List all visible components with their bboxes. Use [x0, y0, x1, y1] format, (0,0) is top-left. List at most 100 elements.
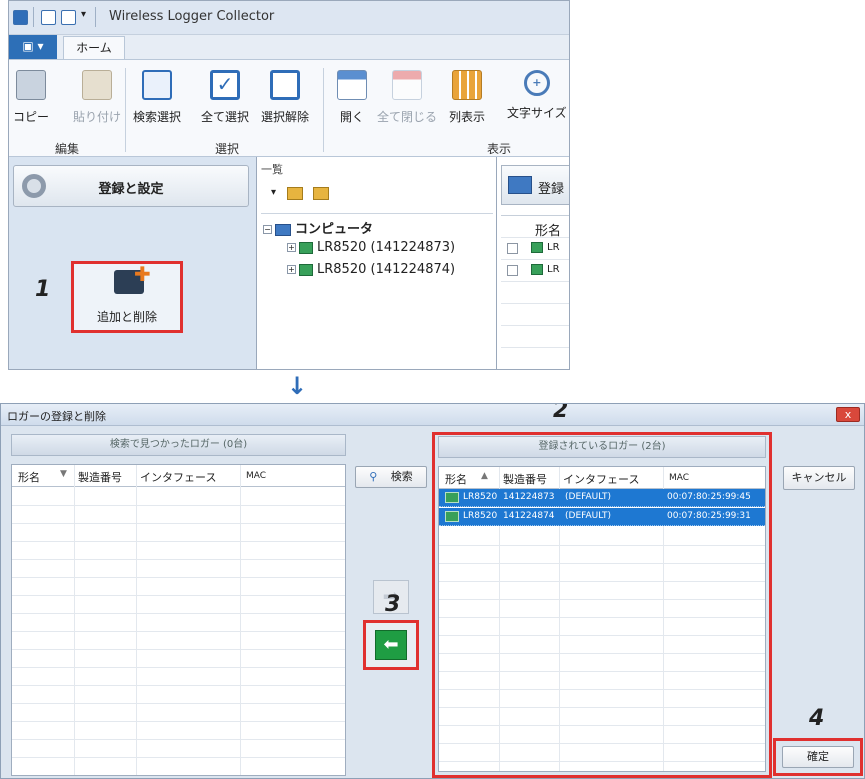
grid-line [12, 541, 345, 542]
col-interface[interactable]: インタフェース [140, 469, 216, 485]
checkbox-checked-icon[interactable] [41, 10, 56, 25]
paste-button[interactable]: 貼り付け [73, 70, 121, 125]
arrow-left-icon: ⬅ [383, 634, 399, 655]
step-number: 4 [809, 706, 825, 731]
step-number: 2 [553, 403, 569, 423]
grid-line [439, 707, 765, 708]
copy-icon [16, 70, 46, 100]
col-model[interactable]: 形名 [445, 471, 467, 487]
app-icon[interactable] [13, 10, 28, 25]
cancel-button[interactable]: キャンセル [783, 466, 855, 490]
expand-icon[interactable]: + [287, 243, 296, 252]
search-select-button[interactable]: 検索選択 [133, 70, 181, 125]
registration-grid: 形名 LR LR [501, 215, 569, 369]
ok-button[interactable]: 確定 [782, 746, 854, 768]
divider [95, 7, 96, 27]
dropdown-icon[interactable]: ▾ [271, 187, 276, 198]
grid-line [12, 523, 345, 524]
app-menu-button[interactable]: ▣ ▾ [9, 35, 57, 59]
step-number: 3 [385, 592, 401, 617]
step-number: 1 [35, 277, 51, 302]
group-label-view: 表示 [487, 142, 512, 156]
logger-icon [445, 492, 459, 503]
grid-line [12, 595, 345, 596]
grid-line [439, 635, 765, 636]
table-row [501, 304, 569, 326]
logger-tree: − コンピュータ + LR8520 (141224873) + LR8520 (141… [261, 213, 493, 369]
list-panel: 一覧 ▾ − コンピュータ + LR8520 (141224873) + LR8520… [257, 157, 497, 369]
col-mac[interactable]: MAC [669, 473, 689, 483]
dialog-title: ロガーの登録と削除 [7, 410, 106, 423]
registered-loggers-grid: 形名 ▲ 製造番号 インタフェース MAC LR8520 141224873 (… [438, 466, 766, 772]
group-divider [323, 68, 324, 152]
group-label-edit: 編集 [55, 142, 80, 156]
expand-icon[interactable]: + [287, 265, 296, 274]
grid-line [439, 581, 765, 582]
select-all-button[interactable]: ✓ 全て選択 [201, 70, 249, 125]
grid-line [439, 617, 765, 618]
table-row [501, 326, 569, 348]
tree-node-computer[interactable]: − コンピュータ [263, 218, 373, 237]
move-left-highlight: ⬅ [363, 620, 419, 670]
computer-icon [508, 176, 532, 194]
grid-line [439, 761, 765, 762]
table-row[interactable]: LR [501, 260, 569, 282]
col-interface[interactable]: インタフェース [563, 471, 639, 487]
column-view-button[interactable]: 列表示 [449, 70, 485, 125]
registration-header[interactable]: 登録 [501, 165, 569, 205]
dialog-title-bar: ロガーの登録と削除 x [1, 404, 864, 426]
col-model[interactable]: 形名 [18, 469, 40, 485]
add-folder-icon[interactable] [287, 187, 303, 200]
found-loggers-header: 検索で見つかったロガー (0台) [11, 434, 346, 456]
copy-button[interactable]: コピー [13, 70, 49, 125]
logger-icon [531, 242, 543, 253]
close-all-button[interactable]: 全て閉じる [377, 70, 437, 125]
table-row[interactable]: LR8520 141224874 (DEFAULT) 00:07:80:25:9… [439, 508, 765, 526]
tab-home[interactable]: ホーム [63, 36, 125, 60]
table-row[interactable]: LR8520 141224873 (DEFAULT) 00:07:80:25:9… [439, 489, 765, 507]
registered-loggers-header: 登録されているロガー (2台) [438, 436, 766, 458]
checkbox-empty-icon[interactable] [61, 10, 76, 25]
col-serial[interactable]: 製造番号 [503, 471, 547, 487]
logger-icon [445, 511, 459, 522]
tree-node-logger[interactable]: + LR8520 (141224874) [287, 262, 455, 277]
row-checkbox[interactable] [507, 243, 518, 254]
font-size-button[interactable]: + 文字サイズ [507, 70, 567, 121]
row-checkbox[interactable] [507, 265, 518, 276]
checkbox-empty-icon [270, 70, 300, 100]
remove-folder-icon[interactable] [313, 187, 329, 200]
collapse-icon[interactable]: − [263, 225, 272, 234]
grid-line [12, 721, 345, 722]
grid-line [12, 577, 345, 578]
open-window-icon [337, 70, 367, 100]
arrow-down-icon: ↓ [287, 372, 308, 400]
add-remove-button[interactable]: ✚ 追加と削除 [71, 261, 183, 333]
binoculars-icon [142, 70, 172, 100]
open-button[interactable]: 開く [337, 70, 367, 125]
window-title: Wireless Logger Collector [109, 9, 275, 24]
grid-line [439, 599, 765, 600]
tree-node-logger[interactable]: + LR8520 (141224873) [287, 240, 455, 255]
search-button[interactable]: ⚲ 検索 [355, 466, 427, 488]
zoom-icon: + [523, 70, 550, 96]
grid-line [12, 685, 345, 686]
table-row[interactable]: LR [501, 238, 569, 260]
registration-panel: 登録 形名 LR LR [497, 157, 569, 369]
left-panel: 登録と設定 1 ✚ 追加と削除 [9, 157, 257, 369]
grid-header: 形名 ▲ 製造番号 インタフェース MAC [439, 467, 765, 489]
qat-dropdown-icon[interactable]: ▾ [81, 9, 86, 20]
close-window-icon [392, 70, 422, 100]
grid-header: 形名 [501, 216, 569, 239]
deselect-button[interactable]: 選択解除 [261, 70, 309, 125]
grid-line [12, 757, 345, 758]
register-settings-bar[interactable]: 登録と設定 [13, 165, 249, 207]
group-divider [125, 68, 126, 152]
divider [33, 7, 34, 27]
col-mac[interactable]: MAC [246, 471, 266, 481]
move-left-button[interactable]: ⬅ [375, 630, 407, 660]
paste-icon [82, 70, 112, 100]
sort-up-icon[interactable]: ▲ [481, 471, 488, 481]
col-serial[interactable]: 製造番号 [78, 469, 122, 485]
close-button[interactable]: x [836, 407, 860, 422]
sort-down-icon[interactable]: ▼ [60, 469, 67, 479]
